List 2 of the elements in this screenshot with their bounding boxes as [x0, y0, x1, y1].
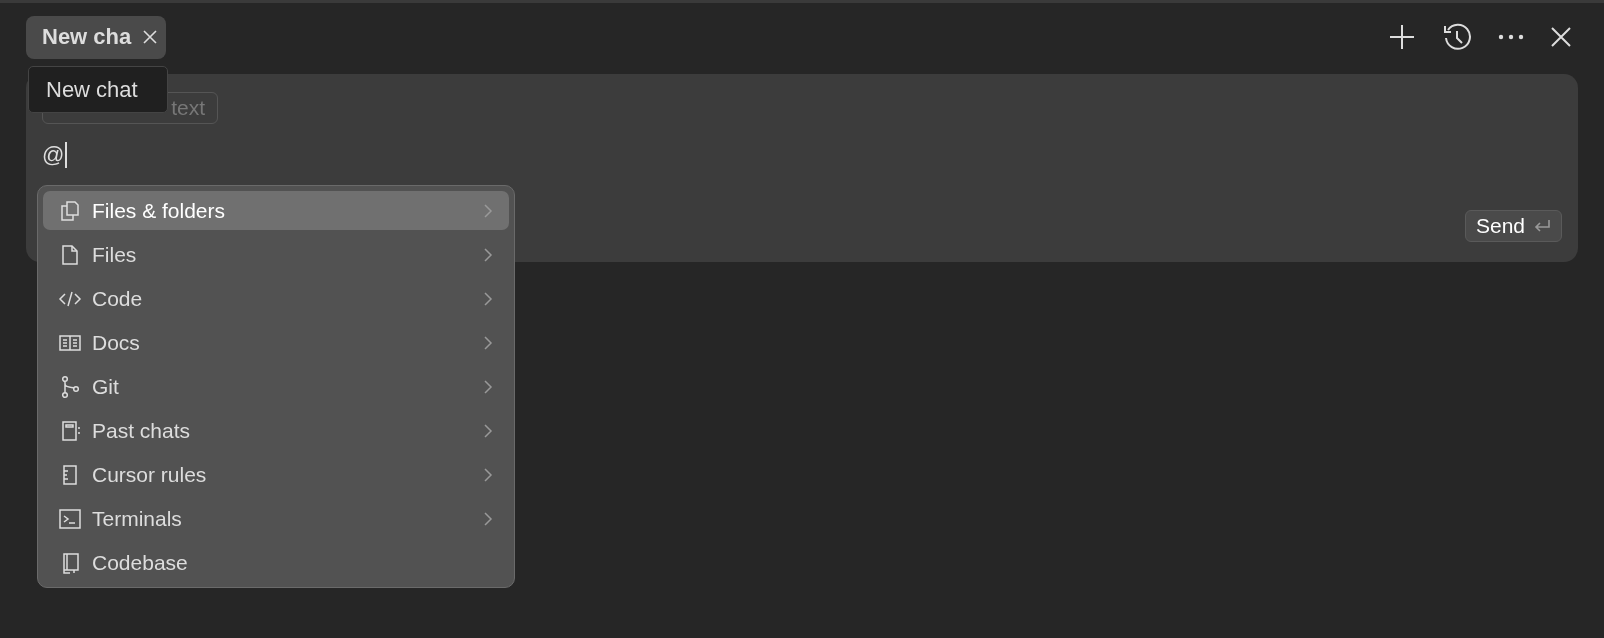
tooltip: New chat — [28, 66, 168, 113]
tab-label: New cha — [42, 24, 132, 50]
